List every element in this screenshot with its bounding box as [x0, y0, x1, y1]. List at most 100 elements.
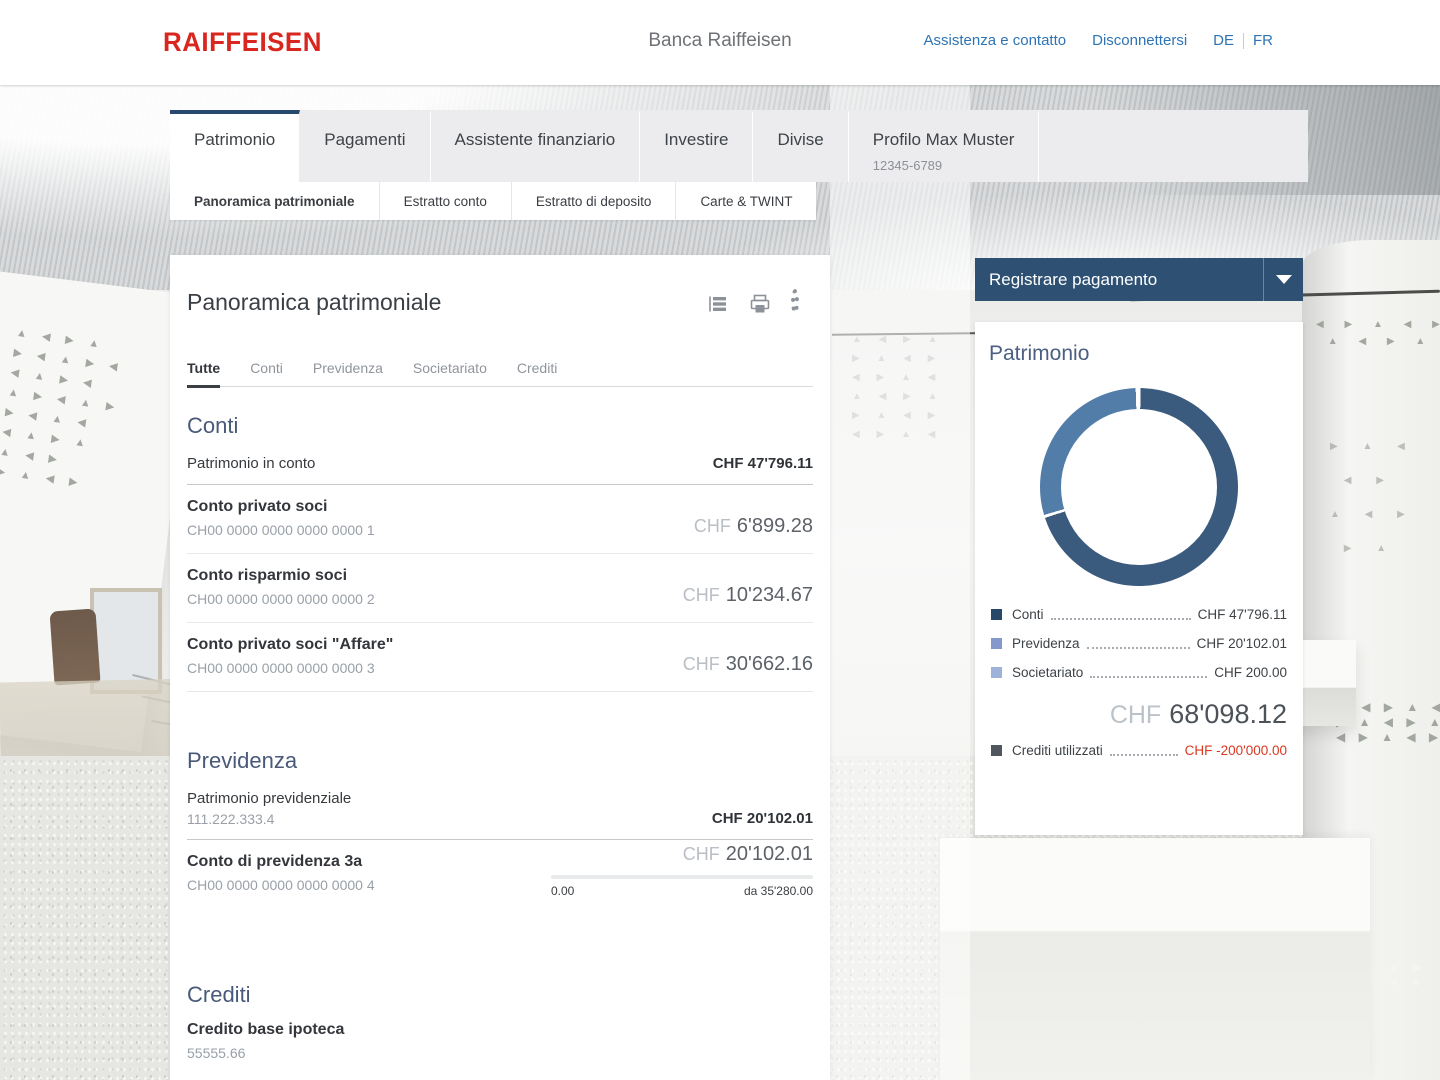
panel-header: Panoramica patrimoniale [187, 289, 813, 316]
account-name: Conto di previdenza 3a [187, 853, 375, 871]
section-heading: Crediti [187, 982, 813, 1008]
account-number: CH00 0000 0000 0000 0000 2 [187, 591, 375, 607]
perforated-wall-left [0, 268, 197, 753]
filter-tab-previdenza[interactable]: Previdenza [313, 360, 383, 386]
account-name: Credito base ipoteca [187, 1021, 344, 1039]
main-nav: Patrimonio Pagamenti Assistente finanzia… [170, 110, 1308, 182]
tab-label: Divise [777, 130, 823, 149]
account-balance: CHF 10'234.67 [683, 584, 813, 607]
wealth-overview-panel: Panoramica patrimoniale [170, 255, 830, 1080]
conti-summary-row: Patrimonio in conto CHF 47'796.11 [187, 439, 813, 485]
total-assets: CHF68'098.12 [991, 699, 1287, 730]
tab-assistente-finanziario[interactable]: Assistente finanziario [431, 110, 641, 182]
account-name: Conto risparmio soci [187, 567, 375, 585]
subtab-estratto-di-deposito[interactable]: Estratto di deposito [512, 182, 677, 220]
tab-pagamenti[interactable]: Pagamenti [300, 110, 430, 182]
account-row[interactable]: Conto risparmio soci CH00 0000 0000 0000… [187, 554, 813, 623]
legend-value: CHF 20'102.01 [1197, 636, 1287, 651]
subtab-panoramica-patrimoniale[interactable]: Panoramica patrimoniale [170, 182, 380, 220]
section-conti: Conti Patrimonio in conto CHF 47'796.11 … [187, 413, 813, 692]
wall-pattern: ▲ ◀ ▶ ▲ ▶ ◀ ▲ ▶ ◀ ◀ ▲ ▶ ◀ ▲ ▶ ◀ ▲ ▶ ▶ ◀ … [0, 323, 130, 497]
header: RAIFFEISEN Banca Raiffeisen Assistenza e… [0, 0, 1440, 85]
profile-number: 12345-6789 [873, 158, 1015, 173]
section-heading: Previdenza [187, 748, 813, 774]
legend-row-previdenza: Previdenza CHF 20'102.01 [989, 629, 1289, 658]
filter-tab-crediti[interactable]: Crediti [517, 360, 557, 386]
section-crediti: Crediti Credito base ipoteca 55555.66 [187, 982, 813, 1076]
filter-tab-tutte[interactable]: Tutte [187, 360, 220, 388]
tab-investire[interactable]: Investire [640, 110, 753, 182]
filter-tab-conti[interactable]: Conti [250, 360, 283, 386]
lang-fr-link[interactable]: FR [1253, 32, 1273, 49]
progress-max: da 35'280.00 [744, 884, 813, 898]
amount: 20'102.01 [726, 843, 813, 865]
header-links: Assistenza e contatto Disconnettersi DE … [924, 32, 1273, 49]
progress-labels: 0.00 da 35'280.00 [551, 884, 813, 898]
lang-de-link[interactable]: DE [1213, 32, 1234, 49]
legend-value: CHF 200.00 [1214, 665, 1287, 680]
settings-gear-icon[interactable] [791, 293, 813, 315]
legend-label: Societariato [1012, 665, 1083, 680]
account-row[interactable]: Conto privato soci "Affare" CH00 0000 00… [187, 623, 813, 692]
previdenza-summary-row: Patrimonio previdenziale 111.222.333.4 C… [187, 774, 813, 840]
register-payment-label: Registrare pagamento [975, 270, 1263, 290]
account-row[interactable]: Conto privato soci CH00 0000 0000 0000 0… [187, 485, 813, 554]
legend-value: CHF 47'796.11 [1198, 607, 1287, 622]
tab-label: Pagamenti [324, 130, 405, 149]
wall-pattern-backlit: ▲ ▶ ◀ ▲ ▶ ◀ ▲ ▶ ◀ ▲ [1320, 960, 1426, 988]
filter-tab-societariato[interactable]: Societariato [413, 360, 487, 386]
sub-nav: Panoramica patrimoniale Estratto conto E… [170, 182, 816, 220]
legend-row-societariato: Societariato CHF 200.00 [989, 658, 1289, 687]
currency: CHF [683, 585, 720, 605]
reception-desk [940, 838, 1370, 1080]
page-title: Panoramica patrimoniale [187, 289, 441, 316]
legend-label: Previdenza [1012, 636, 1080, 651]
perforated-wall-right [1302, 240, 1440, 1080]
currency: CHF [683, 654, 720, 674]
tab-label: Patrimonio [194, 130, 275, 149]
subtab-estratto-conto[interactable]: Estratto conto [380, 182, 512, 220]
tab-profilo[interactable]: Profilo Max Muster 12345-6789 [849, 110, 1040, 182]
account-balance: CHF6'899.28 [694, 515, 813, 538]
amount: 30'662.16 [726, 653, 813, 675]
assistance-link[interactable]: Assistenza e contatto [924, 32, 1067, 49]
currency: CHF [694, 516, 731, 536]
patrimonio-donut-chart [1040, 388, 1238, 586]
account-row[interactable]: Conto di previdenza 3a CH00 0000 0000 00… [187, 840, 813, 908]
language-switch: DE FR [1213, 32, 1273, 49]
lang-separator [1243, 33, 1244, 49]
legend-row-crediti-utilizzati: Crediti utilizzati CHF -200'000.00 [989, 736, 1289, 765]
tab-label: Profilo Max Muster [873, 130, 1015, 150]
logout-link[interactable]: Disconnettersi [1092, 32, 1187, 49]
ebanking-page: ▲ ◀ ▶ ▲ ▶ ◀ ▲ ▶ ◀ ◀ ▲ ▶ ◀ ▲ ▶ ◀ ▲ ▶ ▶ ◀ … [0, 0, 1440, 1080]
print-icon[interactable] [749, 293, 771, 315]
bank-name: Banca Raiffeisen [648, 30, 791, 52]
chevron-down-icon [1276, 275, 1292, 284]
tab-divise[interactable]: Divise [753, 110, 848, 182]
account-row[interactable]: Credito base ipoteca 55555.66 [187, 1008, 813, 1076]
raiffeisen-logo[interactable]: RAIFFEISEN [163, 27, 322, 58]
tab-patrimonio[interactable]: Patrimonio [170, 110, 300, 182]
statement-list-icon[interactable] [707, 293, 729, 315]
currency: CHF [683, 844, 720, 864]
chart-legend: Conti CHF 47'796.11 Previdenza CHF 20'10… [989, 600, 1289, 765]
dot-leader [1090, 676, 1207, 678]
progress-min: 0.00 [551, 884, 574, 898]
legend-row-conti: Conti CHF 47'796.11 [989, 600, 1289, 629]
legend-swatch [991, 667, 1002, 678]
account-number: CH00 0000 0000 0000 0000 4 [187, 877, 375, 893]
summary-amount: CHF 20'102.01 [712, 810, 813, 827]
legend-swatch [991, 745, 1002, 756]
amount: 10'234.67 [726, 584, 813, 606]
register-payment-button[interactable]: Registrare pagamento [975, 258, 1303, 301]
account-name: Conto privato soci "Affare" [187, 636, 393, 654]
legend-swatch [991, 638, 1002, 649]
payment-dropdown-toggle[interactable] [1263, 258, 1303, 301]
office-chair [49, 608, 100, 685]
summary-label: Patrimonio previdenziale [187, 790, 351, 807]
card-title: Patrimonio [989, 342, 1289, 366]
door [90, 588, 162, 694]
account-number: 55555.66 [187, 1045, 344, 1061]
subtab-carte-twint[interactable]: Carte & TWINT [676, 182, 816, 220]
account-number: CH00 0000 0000 0000 0000 3 [187, 660, 393, 676]
